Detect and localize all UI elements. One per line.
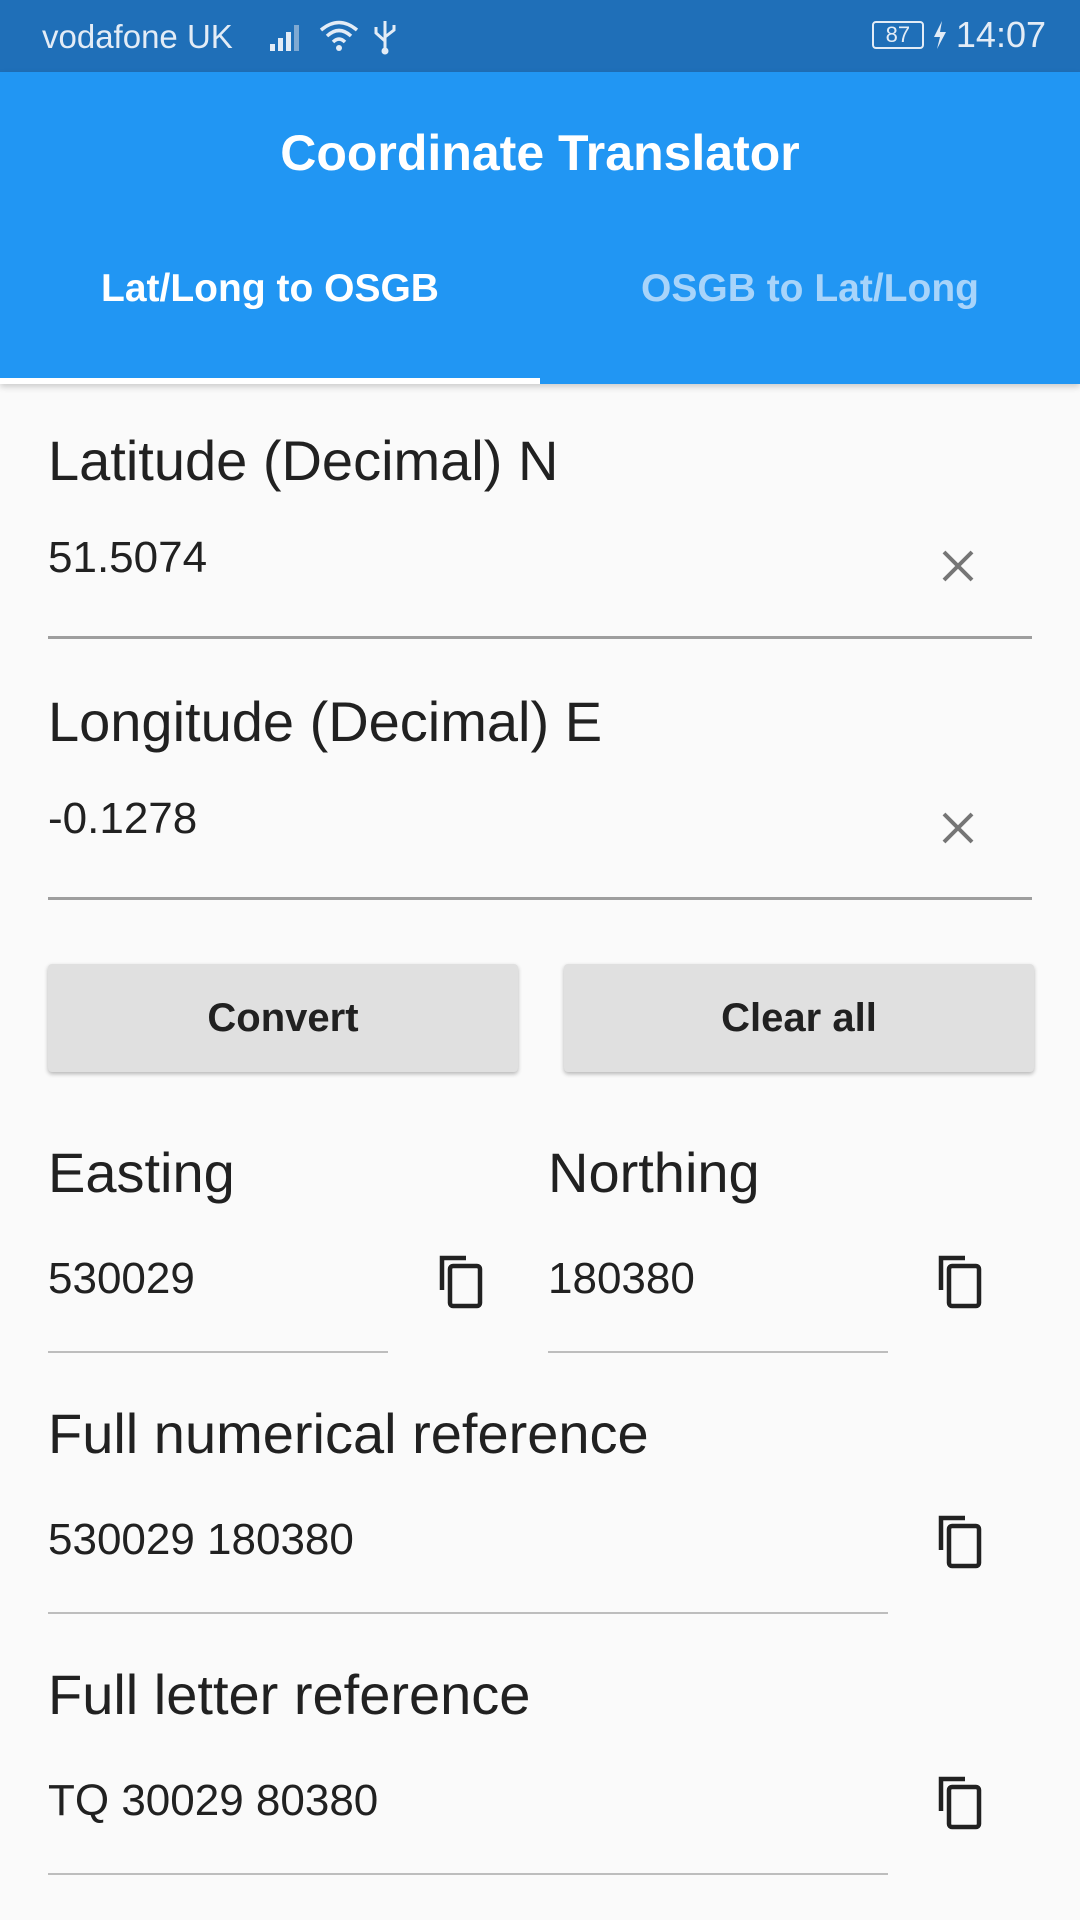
- app-bar: Coordinate Translator Lat/Long to OSGB O…: [0, 72, 1080, 384]
- status-icons: [268, 16, 398, 56]
- status-right: 87 14:07: [871, 14, 1046, 56]
- northing-label: Northing: [548, 1141, 760, 1204]
- signal-icon: [270, 25, 299, 51]
- tab-osgb-to-latlong[interactable]: OSGB to Lat/Long: [540, 267, 1080, 311]
- easting-value: 530029: [48, 1254, 195, 1303]
- copy-icon[interactable]: [935, 1775, 985, 1831]
- battery-level: 87: [885, 22, 911, 47]
- wifi-icon: [319, 20, 359, 51]
- tab-indicator: [0, 378, 540, 384]
- longitude-underline: [48, 897, 1032, 900]
- clear-all-button[interactable]: Clear all: [564, 964, 1034, 1072]
- latitude-input[interactable]: 51.5074: [48, 533, 207, 583]
- charging-icon: [933, 21, 946, 49]
- longitude-label: Longitude (Decimal) E: [48, 690, 603, 753]
- close-icon[interactable]: [938, 808, 978, 848]
- status-bar: vodafone UK 87 14:07: [0, 0, 1080, 72]
- latitude-label: Latitude (Decimal) N: [48, 429, 559, 492]
- full-numerical-underline: [48, 1612, 888, 1614]
- battery-icon: 87: [871, 21, 924, 49]
- app-title: Coordinate Translator: [280, 125, 800, 181]
- clock: 14:07: [955, 14, 1046, 55]
- northing-underline: [548, 1351, 888, 1353]
- full-numerical-value: 530029 180380: [48, 1515, 354, 1564]
- copy-icon[interactable]: [436, 1254, 486, 1310]
- copy-icon[interactable]: [935, 1254, 985, 1310]
- easting-underline: [48, 1351, 388, 1353]
- convert-button[interactable]: Convert: [48, 964, 518, 1072]
- close-icon[interactable]: [938, 546, 978, 586]
- longitude-input[interactable]: -0.1278: [48, 794, 197, 844]
- usb-icon: [374, 21, 396, 55]
- full-letter-underline: [48, 1873, 888, 1875]
- carrier-name: vodafone UK: [42, 18, 233, 55]
- tab-latlong-to-osgb[interactable]: Lat/Long to OSGB: [0, 267, 540, 311]
- easting-label: Easting: [48, 1141, 235, 1204]
- copy-icon[interactable]: [935, 1514, 985, 1570]
- latitude-underline: [48, 636, 1032, 639]
- full-letter-label: Full letter reference: [48, 1663, 531, 1726]
- full-numerical-label: Full numerical reference: [48, 1402, 649, 1465]
- full-letter-value: TQ 30029 80380: [48, 1776, 379, 1825]
- northing-value: 180380: [548, 1254, 695, 1303]
